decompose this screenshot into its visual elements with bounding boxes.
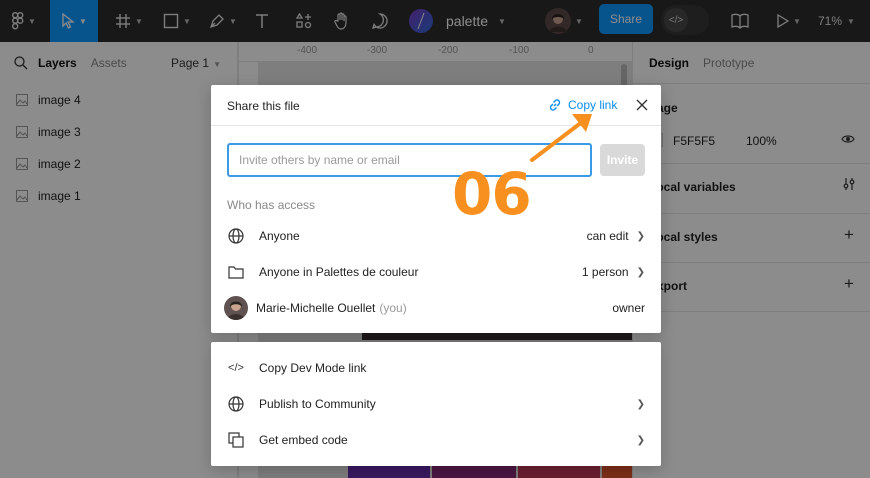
share-options-menu: </> Copy Dev Mode link Publish to Commun… bbox=[211, 342, 661, 466]
globe-icon bbox=[227, 227, 245, 245]
who-has-access-label: Who has access bbox=[227, 198, 316, 212]
copy-dev-mode-link-item[interactable]: </> Copy Dev Mode link bbox=[211, 350, 661, 386]
access-row-anyone[interactable]: Anyone can edit ❯ bbox=[211, 218, 661, 254]
permission-dropdown[interactable]: 1 person ❯ bbox=[582, 265, 645, 279]
avatar bbox=[224, 296, 248, 320]
globe-icon bbox=[227, 395, 245, 413]
access-name: Anyone in Palettes de couleur bbox=[259, 265, 419, 279]
menu-item-label: Get embed code bbox=[259, 433, 348, 447]
access-name: Marie-Michelle Ouellet bbox=[256, 301, 376, 315]
dialog-title: Share this file bbox=[227, 99, 300, 113]
chevron-right-icon: ❯ bbox=[636, 230, 645, 242]
menu-item-label: Publish to Community bbox=[259, 397, 376, 411]
chevron-right-icon: ❯ bbox=[636, 266, 645, 278]
chevron-right-icon: ❯ bbox=[636, 434, 645, 446]
permission-dropdown[interactable]: can edit ❯ bbox=[587, 229, 645, 243]
get-embed-code-item[interactable]: Get embed code ❯ bbox=[211, 422, 661, 458]
menu-item-label: Copy Dev Mode link bbox=[259, 361, 367, 375]
permission-label: can edit bbox=[586, 229, 629, 243]
you-label: (you) bbox=[379, 301, 407, 315]
permission-label: 1 person bbox=[581, 265, 629, 279]
code-icon: </> bbox=[228, 362, 244, 374]
publish-to-community-item[interactable]: Publish to Community ❯ bbox=[211, 386, 661, 422]
access-row-owner: Marie-Michelle Ouellet (you) owner bbox=[211, 290, 661, 326]
close-icon[interactable] bbox=[635, 98, 649, 112]
access-row-team[interactable]: Anyone in Palettes de couleur 1 person ❯ bbox=[211, 254, 661, 290]
chevron-right-icon: ❯ bbox=[636, 398, 645, 410]
embed-icon bbox=[227, 431, 245, 449]
permission-label: owner bbox=[612, 301, 645, 315]
access-name: Anyone bbox=[259, 229, 300, 243]
folder-icon bbox=[227, 263, 245, 281]
step-number: 06 bbox=[452, 160, 532, 228]
annotation-arrow bbox=[530, 114, 592, 162]
